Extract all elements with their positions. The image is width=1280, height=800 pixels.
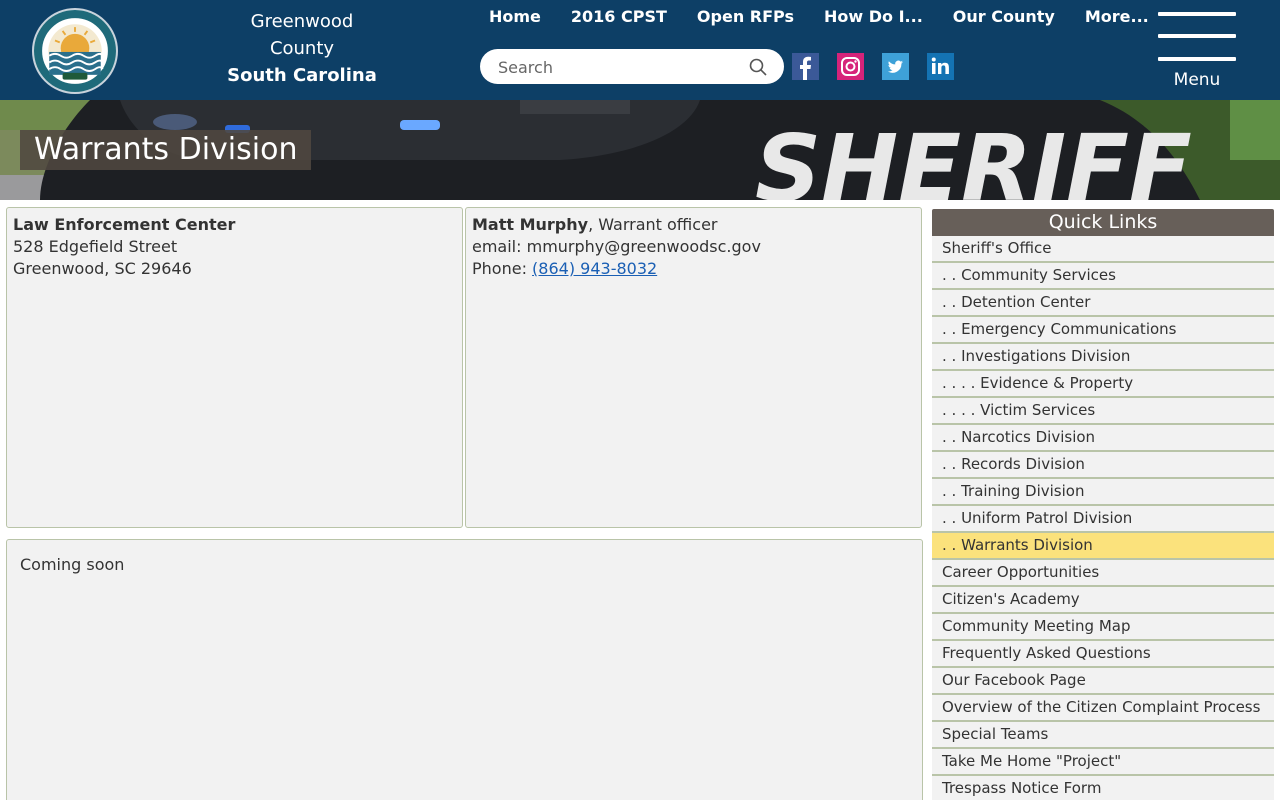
top-nav: Home 2016 CPST Open RFPs How Do I... Our… xyxy=(474,4,1164,30)
quick-link-item[interactable]: . . Narcotics Division xyxy=(932,425,1274,452)
linkedin-icon[interactable] xyxy=(927,53,954,80)
page-title: Warrants Division xyxy=(20,130,312,170)
vehicle-text: SHERIFF xyxy=(755,115,1192,200)
location-city: Greenwood, SC 29646 xyxy=(13,259,192,278)
nav-open-rfps[interactable]: Open RFPs xyxy=(682,4,809,30)
facebook-icon[interactable] xyxy=(792,53,819,80)
site-header: Greenwood County South Carolina Home 201… xyxy=(0,0,1280,100)
contact-name: Matt Murphy xyxy=(472,215,589,234)
quick-link-item[interactable]: Take Me Home "Project" xyxy=(932,749,1274,776)
quick-link-item[interactable]: Frequently Asked Questions xyxy=(932,641,1274,668)
quick-links-list: Sheriff's Office. . Community Services. … xyxy=(932,236,1274,800)
quick-link-item[interactable]: . . . . Victim Services xyxy=(932,398,1274,425)
quick-link-item[interactable]: . . Emergency Communications xyxy=(932,317,1274,344)
location-name: Law Enforcement Center xyxy=(13,215,236,234)
nav-2016-cpst[interactable]: 2016 CPST xyxy=(556,4,682,30)
hero-banner: SHERIFF Warrants Division xyxy=(0,100,1280,200)
contact-email: mmurphy@greenwoodsc.gov xyxy=(526,237,761,256)
menu-button[interactable]: Menu xyxy=(1158,12,1236,92)
county-name-line1: Greenwood xyxy=(250,11,354,32)
quick-link-item[interactable]: . . Detention Center xyxy=(932,290,1274,317)
menu-bar-icon xyxy=(1158,57,1236,61)
search-box xyxy=(480,49,784,84)
coming-soon-text: Coming soon xyxy=(20,555,125,574)
contact-phone-link[interactable]: (864) 943-8032 xyxy=(532,259,657,278)
nav-how-do-i[interactable]: How Do I... xyxy=(809,4,938,30)
quick-link-item[interactable]: Community Meeting Map xyxy=(932,614,1274,641)
state-name: South Carolina xyxy=(227,65,377,86)
county-seal-icon xyxy=(34,10,116,92)
phone-label: Phone: xyxy=(472,259,533,278)
quick-link-item[interactable]: . . Community Services xyxy=(932,263,1274,290)
menu-label: Menu xyxy=(1173,70,1221,90)
email-label: email: xyxy=(472,237,527,256)
nav-home[interactable]: Home xyxy=(474,4,556,30)
county-name-line2: County xyxy=(269,38,335,59)
twitter-icon[interactable] xyxy=(882,53,909,80)
location-street: 528 Edgefield Street xyxy=(13,237,178,256)
quick-link-item[interactable]: . . Investigations Division xyxy=(932,344,1274,371)
quick-link-item[interactable]: Our Facebook Page xyxy=(932,668,1274,695)
location-panel: Law Enforcement Center 528 Edgefield Str… xyxy=(6,207,463,528)
nav-our-county[interactable]: Our County xyxy=(938,4,1070,30)
menu-bar-icon xyxy=(1158,12,1236,16)
quick-link-item[interactable]: . . Uniform Patrol Division xyxy=(932,506,1274,533)
quick-link-item[interactable]: Overview of the Citizen Complaint Proces… xyxy=(932,695,1274,722)
quick-link-item[interactable]: Career Opportunities xyxy=(932,560,1274,587)
instagram-icon[interactable] xyxy=(837,53,864,80)
quick-link-item[interactable]: . . . . Evidence & Property xyxy=(932,371,1274,398)
quick-link-item[interactable]: . . Records Division xyxy=(932,452,1274,479)
quick-link-item[interactable]: Citizen's Academy xyxy=(932,587,1274,614)
contact-panel: Matt Murphy, Warrant officer email: mmur… xyxy=(465,207,922,528)
quick-link-item[interactable]: Trespass Notice Form xyxy=(932,776,1274,800)
search-icon[interactable] xyxy=(748,57,768,77)
contact-role: , Warrant officer xyxy=(588,215,718,234)
quick-link-item[interactable]: Sheriff's Office xyxy=(932,236,1274,263)
quick-link-item[interactable]: . . Training Division xyxy=(932,479,1274,506)
menu-bar-icon xyxy=(1158,34,1236,38)
quick-links-title: Quick Links xyxy=(932,209,1274,236)
search-input[interactable] xyxy=(498,56,738,78)
county-seal-logo[interactable] xyxy=(32,8,118,94)
nav-more[interactable]: More... xyxy=(1070,4,1164,30)
quick-link-item[interactable]: Special Teams xyxy=(932,722,1274,749)
quick-link-item-active[interactable]: . . Warrants Division xyxy=(932,533,1274,560)
county-name[interactable]: Greenwood County South Carolina xyxy=(222,8,382,89)
main-content-panel: Coming soon xyxy=(6,539,923,800)
